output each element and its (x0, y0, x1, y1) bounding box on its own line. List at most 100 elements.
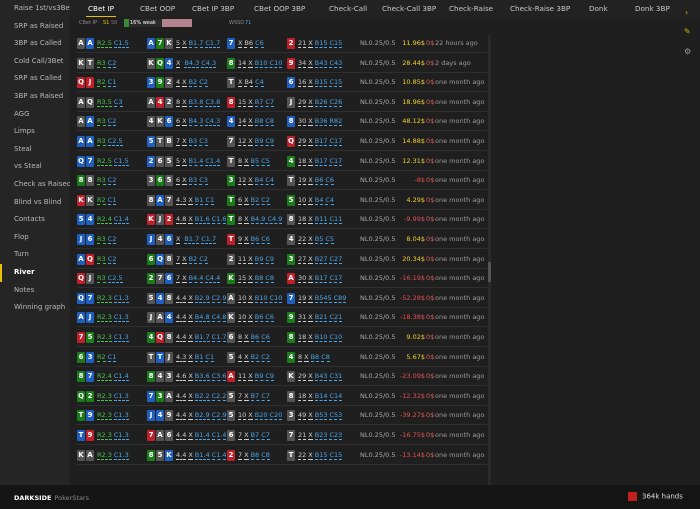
tab[interactable]: CBet IP (86, 0, 116, 18)
action-label: 10 (298, 195, 307, 205)
table-row[interactable]: A Q R3.5 C3 A 4 2 8 X B3.8 C3.8 8 15 X B7 C7 J 29 X B26 C26… (77, 94, 487, 112)
timestamp: one month ago (435, 313, 485, 322)
playing-card: 3 (287, 253, 295, 265)
tab[interactable]: Check-Call (329, 0, 367, 18)
table-row[interactable]: K T R3 C2 K Q 4 X B4.3 C4.3 8 14 X B10 C10 9 34 X B43 C43 N… (77, 55, 487, 73)
sidebar-item[interactable]: Contacts (0, 211, 70, 229)
table-row[interactable]: A A R3 C2 4 K 6 6 X B4.3 C4.3 4 14 X B8 C8 8 30 X B36 R82 NL… (77, 113, 487, 132)
playing-card: A (165, 390, 173, 402)
action-label: 6 (176, 176, 181, 186)
sidebar-item[interactable]: Blind vs Blind (0, 194, 70, 212)
tab[interactable]: CBet IP 3BP (192, 0, 234, 18)
sidebar-item[interactable]: Cold Call/3Bet (0, 53, 70, 71)
playing-card: A (77, 253, 85, 265)
sidebar-item[interactable]: Flop (0, 229, 70, 247)
action-label: X (308, 293, 313, 303)
tab[interactable]: Donk (589, 0, 608, 18)
action-label: B14 (314, 391, 328, 401)
table-row[interactable]: T 9 R2.3 C1.3 J 4 9 4.4 X B2.9 C2.9 5 10 X B20 C20 3 49 X… (77, 407, 487, 426)
tab[interactable]: CBet OOP 3BP (254, 0, 305, 18)
sidebar-item[interactable]: vs Steal (0, 158, 70, 176)
table-row[interactable]: A J R2.3 C1.3 J A 4 4.4 X B4.8 C4.8 K 10 X B6 C6 9 31 X B2… (77, 309, 487, 328)
tab[interactable]: Donk 3BP (635, 0, 670, 18)
action-label: 8 (238, 156, 243, 166)
table-row[interactable]: T 9 R2.3 C1.3 7 A 6 4.4 X B1.4 C1.4 6 7 X B7 C7 7 21 X B23… (77, 427, 487, 445)
table-row[interactable]: A Q R3 C2 6 Q 8 7 X B2 C2 2 11 X B9 C9 3 27 X B27 C27 NL0.25… (77, 251, 487, 269)
settings-icon[interactable]: ⚙ (684, 47, 691, 56)
tab[interactable]: Check-Call 3BP (382, 0, 436, 18)
table-row[interactable]: Q J R2 C1 3 9 2 4 X B2 C2 T X B4 C4 6 16 X B15 C15 NL0.25/0.… (77, 74, 487, 93)
range-bar[interactable]: 16% weak (124, 19, 192, 27)
sidebar-item[interactable]: Steal (0, 141, 70, 159)
sidebar-item[interactable]: River (0, 263, 70, 282)
action-label: R2.3 (97, 391, 112, 401)
tab[interactable]: CBet OOP (140, 0, 175, 18)
sidebar-item[interactable]: Winning graph (0, 299, 70, 317)
table-row[interactable]: K K R2 C1 8 A 7 4.3 X B1 C1 T 6 X B2 C2 5 10 X B4 C4 NL0.25/… (77, 192, 487, 210)
action-label: C2 (107, 235, 117, 244)
sidebar-item[interactable]: 3BP as Called (0, 35, 70, 53)
playing-card: 6 (156, 175, 164, 187)
action-label: B2 (188, 78, 198, 88)
sidebar-item[interactable]: Limps (0, 123, 70, 141)
action-label: C4.8 (211, 313, 227, 323)
playing-card: 8 (147, 449, 155, 461)
playing-card: 3 (147, 77, 155, 89)
playing-card: T (147, 351, 155, 363)
sidebar-item[interactable]: AGG (0, 106, 70, 124)
action-label: X (308, 431, 313, 440)
timestamp: one month ago (435, 176, 485, 185)
action-label: C1.3 (113, 293, 129, 303)
sidebar-item[interactable]: Check as Raised (0, 176, 70, 194)
tab[interactable]: Check-Raise 3BP (510, 0, 570, 18)
action-label: 8 (176, 97, 181, 107)
playing-card: T (227, 214, 235, 226)
table-row[interactable]: A A R2.5 C1.5 A 7 K 5 X B1.7 C1.7 7 X B6 C6 2 21 X B15 C15 N… (77, 35, 487, 53)
playing-card: A (77, 312, 85, 324)
action-label: R3.5 (97, 97, 112, 107)
net-result: 4.29$ (406, 195, 425, 204)
sidebar-item[interactable]: SRP as Called (0, 70, 70, 88)
action-label: C2 (107, 254, 117, 264)
timestamp: 22 hours ago (435, 39, 478, 47)
sidebar-item[interactable]: 3BP as Raised (0, 88, 70, 106)
action-label: B1 (194, 352, 204, 362)
action-label: B8 (310, 352, 320, 362)
playing-card: 4 (227, 116, 235, 128)
action-label: C15 (329, 450, 343, 460)
table-row[interactable]: 8 7 R2.4 C1.4 8 4 3 4.6 X B3.6 C3.6 A 11 X B9 C9 K 29 X B4… (77, 368, 487, 387)
table-row[interactable]: 5 4 R2.4 C1.4 K J 2 4.8 X B1.6 C1.6 T 8 X B4.9 C4.9 8 18… (77, 211, 487, 230)
table-row[interactable]: A A R3 C2.5 5 T B 7 X B3 C3 7 12 X B9 C9 Q 29 X B17 C17 NL0.… (77, 133, 487, 151)
playing-card: Q (77, 390, 85, 402)
table-row[interactable]: J 6 R3 C2 J 4 6 X B1.7 C1.7 T 9 X B6 C6 4 22 X B5 C5 NL0.25… (77, 231, 487, 249)
stake-label: NL0.25/0.5 (360, 450, 396, 459)
scrollbar[interactable] (488, 35, 491, 485)
action-label: B3 (188, 176, 198, 186)
table-row[interactable]: 6 3 R2 C1 T T J 4.3 X B1 C1 5 4 X B2 C2 4 8 X B8 C8 NL0.25/0… (77, 349, 487, 367)
action-label: C1.7 (201, 235, 217, 244)
action-label: C4 (325, 195, 335, 205)
tab[interactable]: Check-Raise (449, 0, 493, 18)
action-label: X (176, 58, 181, 68)
playing-card: J (147, 234, 155, 245)
playing-card: B (165, 136, 173, 147)
table-row[interactable]: Q 2 R2.3 C1.3 7 3 A 4.4 X B2.2 C2.2 5 7 X B7 C7 8 18 X B14… (77, 388, 487, 406)
sidebar-item[interactable]: Raise 1st/vs3Bet (0, 0, 70, 18)
stake-label: NL0.25/0.5 (360, 195, 396, 204)
table-row[interactable]: K A R2.3 C1.3 8 5 K 4.4 X B1.4 C1.4 2 7 X B8 C8 T 22 X B15… (77, 447, 487, 465)
table-row[interactable]: 8 8 R3 C2 3 6 5 6 X B3 C3 3 12 X B4 C4 T 19 X B6 C6 NL0.25/0… (77, 172, 487, 191)
sidebar-item[interactable]: Notes (0, 282, 70, 300)
sidebar-item[interactable]: Turn (0, 246, 70, 264)
chevron-right-icon[interactable]: › (685, 8, 688, 17)
playing-card: 7 (147, 430, 155, 441)
sidebar-item[interactable]: SRP as Raised (0, 18, 70, 36)
table-row[interactable]: Q 7 R2.3 C1.3 5 4 8 4.4 X B2.9 C2.9 A 10 X B10 C10 7 19 X… (77, 290, 487, 308)
action-label: X (188, 352, 193, 362)
pin-icon[interactable]: ✎ (684, 27, 691, 36)
table-row[interactable]: Q J R3 C2.5 2 7 6 7 X B4.4 C4.4 K 15 X B8 C8 A 30 X B17 C17… (77, 270, 487, 289)
ev-result: 0$ (426, 431, 435, 439)
scrollbar-thumb[interactable] (488, 262, 491, 282)
table-row[interactable]: Q 7 R2.5 C1.5 2 6 5 5 X B1.4 C1.4 T 8 X B5 C5 4 18 X B17 C1… (77, 153, 487, 171)
table-row[interactable]: 7 5 R2.3 C1.3 4 Q 8 4.4 X B1.7 C1.7 6 8 X B6 C6 8 18 X B10… (77, 329, 487, 347)
playing-card: 6 (86, 234, 94, 245)
